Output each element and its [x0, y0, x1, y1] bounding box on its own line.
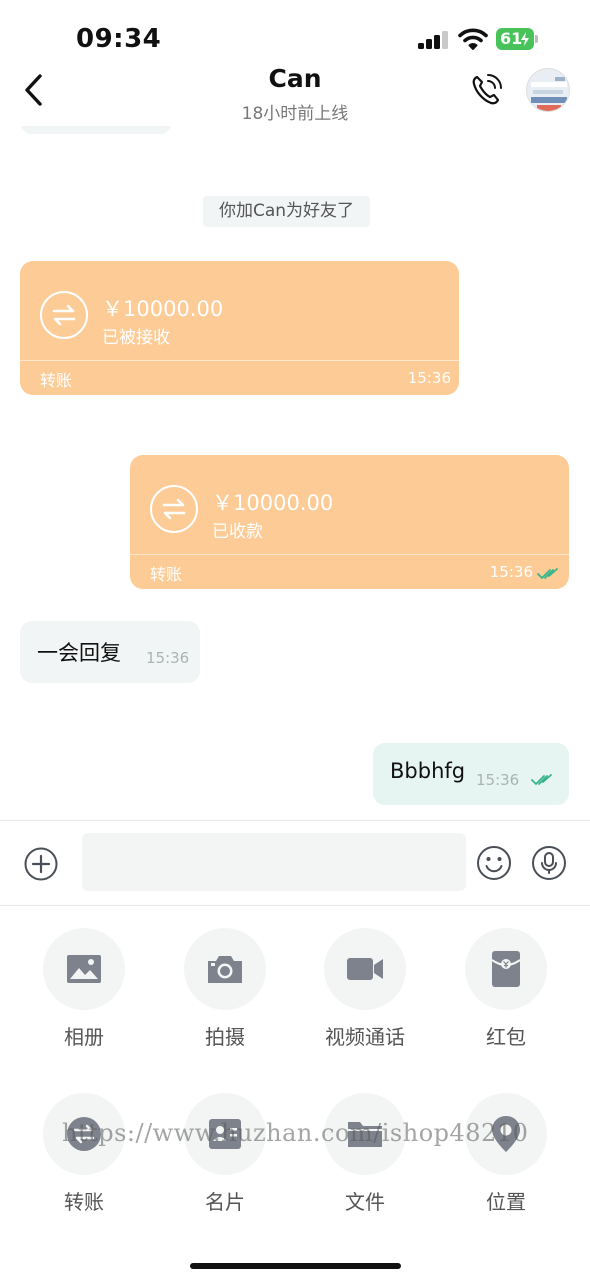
transfer-status: 已被接收	[102, 328, 170, 348]
transfer-amount: ￥10000.00	[102, 297, 224, 321]
chat-header: Can 18小时前上线	[0, 60, 590, 126]
transfer-amount: ￥10000.00	[212, 491, 334, 515]
home-indicator[interactable]	[190, 1263, 401, 1269]
tool-icon-background	[324, 928, 406, 1010]
camera-icon	[208, 956, 242, 983]
watermark-text: https://www.huzhan.com/ishop48210	[62, 1119, 529, 1147]
video-call-icon	[347, 958, 383, 980]
chat-message-list[interactable]: 你加Can为好友了 ￥10000.00 已被接收 转账 15:36 ￥10000…	[0, 126, 590, 820]
tool-label: 红包	[486, 1025, 526, 1049]
tool-label: 拍摄	[205, 1025, 245, 1049]
tool-label: 相册	[64, 1025, 104, 1049]
message-bubble-incoming[interactable]: 一会回复 15:36	[20, 621, 200, 683]
emoji-icon[interactable]	[476, 845, 512, 881]
tool-camera[interactable]: 拍摄	[155, 906, 295, 1049]
tool-label: 名片	[205, 1190, 245, 1214]
message-input[interactable]	[82, 833, 466, 891]
message-input-bar	[0, 820, 590, 906]
tool-red-packet[interactable]: 红包	[436, 906, 576, 1049]
friend-added-notice: 你加Can为好友了	[203, 196, 371, 227]
transfer-divider	[20, 360, 459, 361]
cellular-signal-icon	[418, 31, 450, 49]
tool-icon-background	[184, 928, 266, 1010]
message-timestamp: 15:36	[146, 649, 190, 667]
tool-label: 视频通话	[325, 1025, 405, 1049]
status-time: 09:34	[76, 24, 162, 54]
battery-level: 61	[500, 29, 523, 48]
transfer-type-label: 转账	[40, 371, 73, 390]
transfer-icon	[40, 291, 88, 339]
read-check-icon	[531, 774, 552, 785]
transfer-card-received[interactable]: ￥10000.00 已被接收 转账 15:36	[20, 261, 459, 395]
transfer-status: 已收款	[212, 522, 263, 542]
message-bubble-outgoing[interactable]: Bbbhfg 15:36	[373, 743, 569, 805]
message-timestamp: 15:36	[476, 771, 520, 789]
plus-icon[interactable]	[24, 847, 58, 881]
red-packet-icon	[491, 951, 521, 987]
attachment-panel: 相册 拍摄 视频通话 红包 转账 名片 文件 位置	[0, 906, 590, 1280]
message-text: Bbbhfg	[390, 759, 466, 783]
previous-message-bubble	[20, 126, 172, 134]
tool-video-call[interactable]: 视频通话	[295, 906, 435, 1049]
contact-avatar[interactable]	[526, 68, 570, 112]
transfer-icon	[150, 485, 198, 533]
microphone-icon[interactable]	[531, 845, 567, 881]
photo-album-icon	[67, 955, 101, 983]
tool-label: 转账	[64, 1190, 104, 1214]
read-check-icon	[537, 568, 558, 579]
message-timestamp: 15:36	[407, 369, 451, 387]
wifi-icon	[458, 28, 488, 50]
message-timestamp: 15:36	[489, 563, 533, 581]
transfer-card-sent[interactable]: ￥10000.00 已收款 转账 15:36	[130, 455, 569, 589]
tool-icon-background	[465, 928, 547, 1010]
tool-icon-background	[43, 928, 125, 1010]
battery-cap	[535, 35, 538, 43]
tool-photo-album[interactable]: 相册	[14, 906, 154, 1049]
transfer-divider	[130, 554, 569, 555]
tool-label: 位置	[486, 1190, 526, 1214]
message-text: 一会回复	[37, 641, 121, 665]
transfer-type-label: 转账	[150, 565, 183, 584]
voice-call-icon[interactable]	[470, 72, 504, 108]
battery-icon: 61	[496, 28, 534, 50]
tool-label: 文件	[345, 1190, 385, 1214]
